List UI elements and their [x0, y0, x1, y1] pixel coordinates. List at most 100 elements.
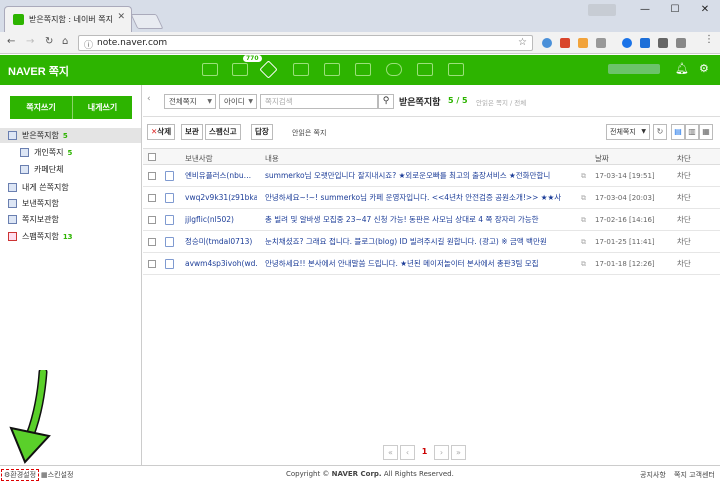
sidebar-item-archive[interactable]: 쪽지보관함 [0, 212, 141, 227]
bookmark-star-icon[interactable]: ☆ [518, 37, 527, 48]
skin-settings-link[interactable]: ▦스킨설정 [41, 470, 73, 480]
field-select[interactable]: 아이디 ▼ [219, 94, 257, 109]
browser-profile[interactable] [588, 4, 616, 16]
sidebar-item-cafe[interactable]: 카페단체 [0, 162, 141, 177]
split-view-icon[interactable]: ▥ [685, 124, 699, 140]
row-checkbox[interactable] [148, 238, 156, 246]
row-content[interactable]: summerko님 오랫만입니다 잘지내시죠? ★외로운오빠를 최고의 출장서비… [265, 166, 577, 186]
list-view-icon[interactable]: ▤ [671, 124, 685, 140]
sidebar-item-self-box[interactable]: 내게 쓴쪽지함 [0, 180, 141, 195]
new-window-icon[interactable]: ⧉ [581, 166, 586, 186]
header-date[interactable]: 날짜 [595, 153, 609, 164]
new-window-icon[interactable]: ⧉ [581, 254, 586, 274]
env-settings-link[interactable]: ⚙환경설정 [1, 469, 40, 481]
sidebar-item-personal[interactable]: 개인쪽지 5 [0, 145, 141, 160]
row-sender[interactable]: jjlgflic(nl502) [185, 210, 257, 230]
extension-download-icon[interactable] [542, 38, 552, 48]
url-field[interactable]: ⓘ note.naver.com ☆ [78, 35, 533, 51]
table-row[interactable]: 정승미(tmdal0713) 눈치채셨죠? 그래요 접니다. 블로그(blog)… [143, 232, 720, 253]
nav-mail-icon[interactable] [202, 63, 218, 76]
unread-filter-link[interactable]: 안읽은 쪽지 [292, 128, 326, 138]
row-content[interactable]: 안녕하세요!! 본사에서 안내말씀 드립니다. ★년된 메이저놀이터 본사에서 … [265, 254, 577, 274]
reply-button[interactable]: 답장 [251, 124, 273, 140]
select-all-checkbox[interactable] [148, 153, 156, 161]
last-page-icon[interactable]: » [451, 445, 466, 460]
notification-bell-icon[interactable]: 🔔︎ [675, 62, 689, 75]
current-page[interactable]: 1 [417, 445, 432, 460]
naver-note-logo[interactable]: NAVER 쪽지 [8, 63, 69, 79]
settings-gear-icon[interactable]: ⚙ [699, 62, 709, 75]
delete-button[interactable]: ✕삭제 [147, 124, 176, 140]
table-row[interactable]: avwm4sp3ivoh(wd… 안녕하세요!! 본사에서 안내말씀 드립니다.… [143, 254, 720, 275]
row-sender[interactable]: 엔비유플러스(nbu… [185, 166, 257, 186]
keep-button[interactable]: 보관 [181, 124, 203, 140]
reload-icon[interactable]: ↻ [45, 36, 53, 47]
new-window-icon[interactable]: ⧉ [581, 188, 586, 208]
row-sender[interactable]: vwq2v9k31(z91bka… [185, 188, 257, 208]
close-window-button[interactable]: ✕ [690, 0, 720, 20]
back-icon[interactable]: ← [7, 36, 15, 47]
row-checkbox[interactable] [148, 260, 156, 268]
new-tab-button[interactable] [130, 14, 164, 29]
extension-blue-icon[interactable] [622, 38, 632, 48]
row-sender[interactable]: avwm4sp3ivoh(wd… [185, 254, 257, 274]
extension-calendar-icon[interactable] [658, 38, 668, 48]
sidebar-item-spam[interactable]: 스팸쪽지함 13 [0, 229, 141, 244]
minimize-button[interactable]: — [630, 0, 660, 20]
collapse-sidebar-icon[interactable]: ‹ [147, 94, 151, 104]
browser-menu-icon[interactable]: ⋮ [704, 34, 714, 45]
view-select[interactable]: 전체쪽지 ▼ [606, 124, 650, 140]
header-sender[interactable]: 보낸사람 [185, 153, 213, 164]
row-block-button[interactable]: 차단 [677, 188, 691, 208]
page-info-icon[interactable]: ⓘ [84, 38, 93, 51]
table-row[interactable]: 엔비유플러스(nbu… summerko님 오랫만입니다 잘지내시죠? ★외로운… [143, 166, 720, 187]
search-input[interactable]: 쪽지검색 [260, 94, 378, 109]
row-content[interactable]: 총 빌려 및 알바생 모집중 23~47 신청 가능! 동판은 사모님 상대로 … [265, 210, 577, 230]
sidebar-item-sent[interactable]: 보낸쪽지함 [0, 196, 141, 211]
row-sender[interactable]: 정승미(tmdal0713) [185, 232, 257, 252]
write-to-me-button[interactable]: 내게쓰기 [72, 96, 132, 119]
spam-report-button[interactable]: 스팸신고 [205, 124, 241, 140]
forward-icon[interactable]: → [26, 36, 34, 47]
new-window-icon[interactable]: ⧉ [581, 210, 586, 230]
preview-view-icon[interactable]: ▦ [699, 124, 713, 140]
nav-chart-icon[interactable] [448, 63, 464, 76]
row-block-button[interactable]: 차단 [677, 232, 691, 252]
filter-select[interactable]: 전체쪽지 ▼ [164, 94, 216, 109]
row-checkbox[interactable] [148, 216, 156, 224]
first-page-icon[interactable]: « [383, 445, 398, 460]
prev-page-icon[interactable]: ‹ [400, 445, 415, 460]
nav-folder-icon[interactable] [232, 63, 248, 76]
company-name[interactable]: NAVER Corp. [332, 470, 382, 478]
extension-dark-icon[interactable] [676, 38, 686, 48]
nav-memo-icon[interactable] [355, 63, 371, 76]
nav-note-icon[interactable] [259, 60, 278, 79]
nav-calendar-icon[interactable] [293, 63, 309, 76]
row-block-button[interactable]: 차단 [677, 254, 691, 274]
extension-chart-icon[interactable] [640, 38, 650, 48]
refresh-icon[interactable]: ↻ [653, 124, 667, 140]
notice-link[interactable]: 공지사항 [640, 470, 666, 480]
table-row[interactable]: jjlgflic(nl502) 총 빌려 및 알바생 모집중 23~47 신청 … [143, 210, 720, 231]
row-block-button[interactable]: 차단 [677, 210, 691, 230]
nav-video-icon[interactable] [417, 63, 433, 76]
row-content[interactable]: 안녕하세요~!~! summerko님 카페 운영자입니다. <<4년차 안전검… [265, 188, 577, 208]
maximize-button[interactable]: ☐ [660, 0, 690, 20]
row-content[interactable]: 눈치채셨죠? 그래요 접니다. 블로그(blog) ID 빌려주시길 원합니다.… [265, 232, 577, 252]
nav-cloud-icon[interactable] [386, 63, 402, 76]
sidebar-item-inbox[interactable]: 받은쪽지함 5 [0, 128, 141, 143]
home-icon[interactable]: ⌂ [62, 36, 68, 47]
extension-slides-icon[interactable] [578, 38, 588, 48]
row-checkbox[interactable] [148, 172, 156, 180]
close-tab-icon[interactable]: ✕ [117, 12, 125, 22]
user-id-menu[interactable] [608, 64, 660, 74]
next-page-icon[interactable]: › [434, 445, 449, 460]
row-block-button[interactable]: 차단 [677, 166, 691, 186]
nav-contacts-icon[interactable] [324, 63, 340, 76]
row-checkbox[interactable] [148, 194, 156, 202]
table-row[interactable]: vwq2v9k31(z91bka… 안녕하세요~!~! summerko님 카페… [143, 188, 720, 209]
extension-pdf-icon[interactable] [560, 38, 570, 48]
browser-tab[interactable]: 받은쪽지함 : 네이버 쪽지 ✕ [4, 6, 132, 32]
help-center-link[interactable]: 쪽지 고객센터 [674, 470, 715, 480]
new-window-icon[interactable]: ⧉ [581, 232, 586, 252]
